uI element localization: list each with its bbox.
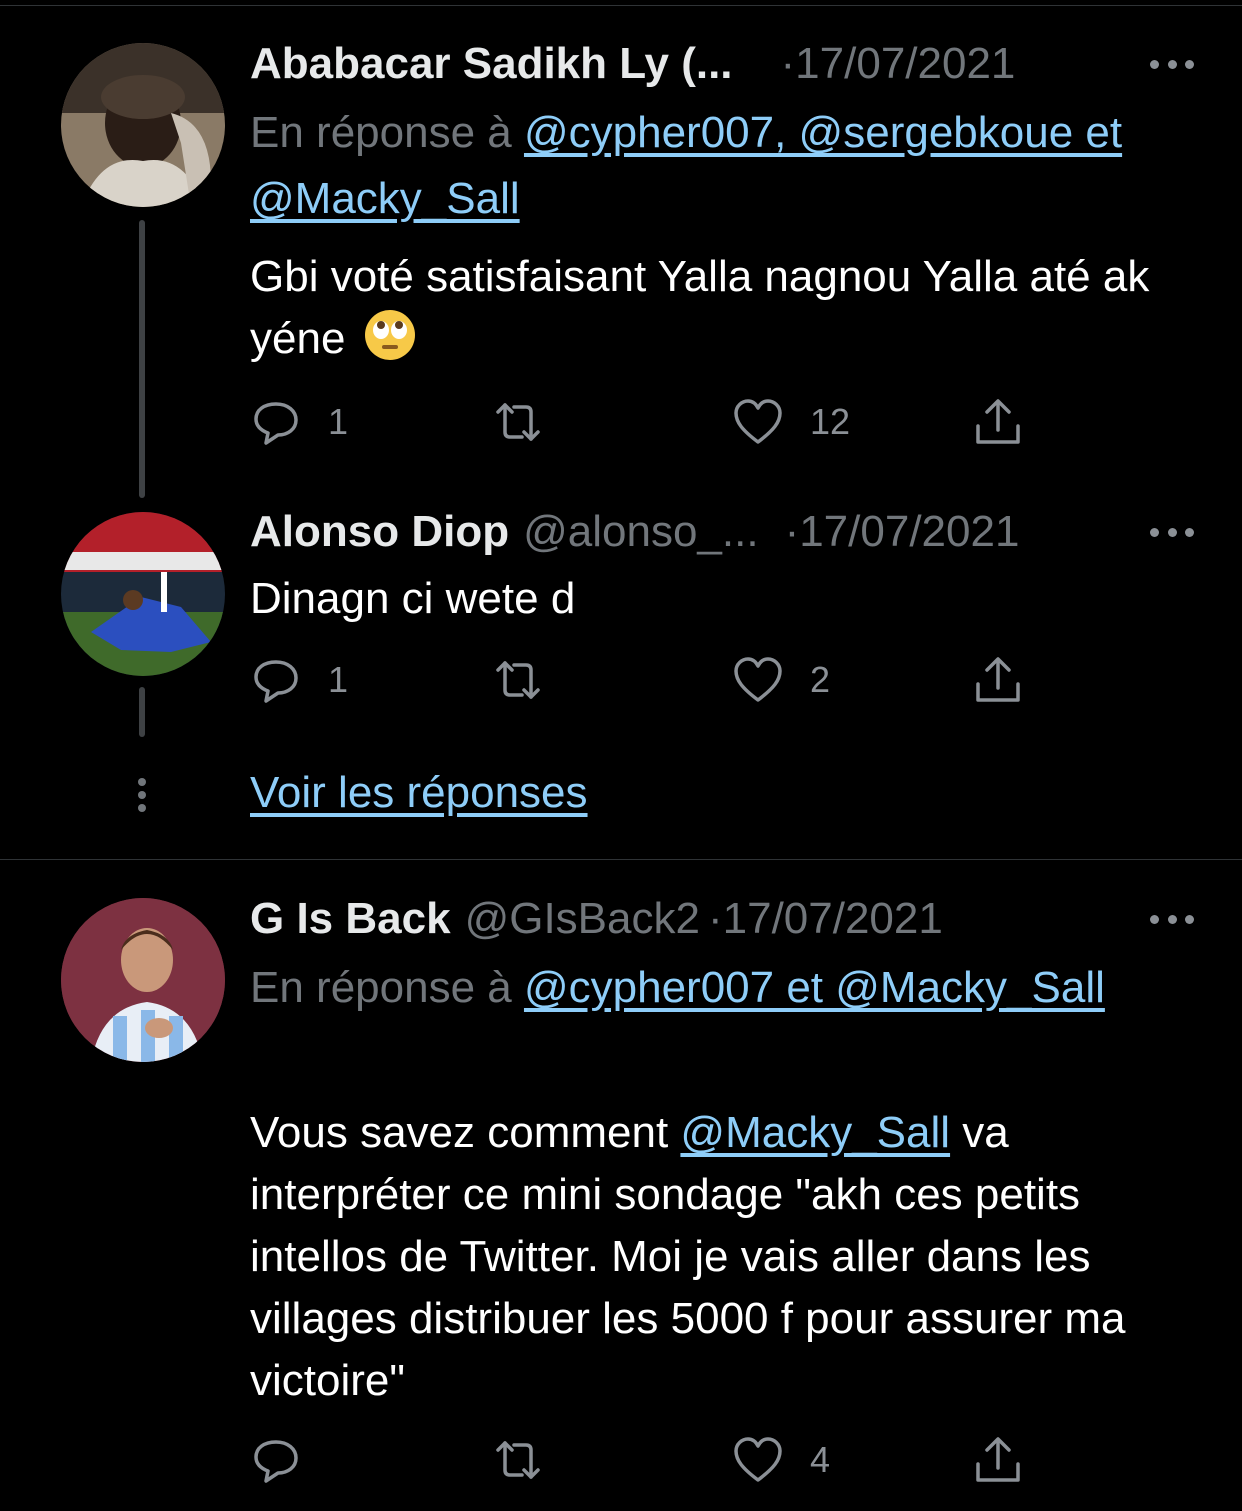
- retweet-icon: [496, 403, 540, 441]
- thread-line: [139, 220, 145, 498]
- tweet-header: Ababacar Sadikh Ly (... ·17/07/2021: [250, 32, 1122, 96]
- tweet-text: Dinagn ci wete d: [250, 574, 576, 623]
- share-button[interactable]: [972, 652, 1024, 708]
- avatar[interactable]: [61, 898, 225, 1062]
- share-icon: [976, 399, 1020, 444]
- thread-more-dots-icon: [137, 778, 147, 817]
- tweet-text: Vous savez comment @Macky_Sall va interp…: [250, 1102, 1190, 1412]
- timestamp[interactable]: ·17/07/2021: [781, 39, 1016, 89]
- retweet-button[interactable]: [492, 652, 544, 708]
- tweet-body-start: Vous savez comment: [250, 1108, 681, 1157]
- heart-icon: [734, 1437, 782, 1482]
- like-button[interactable]: 12: [732, 394, 850, 450]
- like-count: 4: [810, 1439, 831, 1480]
- share-button[interactable]: [972, 394, 1024, 450]
- retweet-icon: [496, 1441, 540, 1479]
- share-icon: [976, 1437, 1020, 1482]
- more-options-icon[interactable]: [1150, 54, 1194, 74]
- tweet-text: Gbi voté satisfaisant Yalla nagnou Yalla…: [250, 246, 1190, 370]
- reply-count: 1: [328, 659, 349, 700]
- thread-line: [139, 687, 145, 737]
- show-replies-link[interactable]: Voir les réponses: [250, 768, 588, 818]
- timestamp[interactable]: ·17/07/2021: [785, 507, 1020, 557]
- handle[interactable]: @GIsBack2: [465, 894, 700, 944]
- reply-prefix: En réponse à: [250, 108, 524, 157]
- reply-icon: [254, 660, 298, 703]
- reply-icon: [254, 1440, 298, 1483]
- more-options-icon[interactable]: [1150, 909, 1194, 929]
- avatar[interactable]: [61, 43, 225, 207]
- share-icon: [976, 657, 1020, 702]
- share-button[interactable]: [972, 1432, 1024, 1488]
- face-with-rolling-eyes-icon: [364, 310, 415, 360]
- tweet-actions: 4: [250, 1432, 1050, 1488]
- tweet-divider: [0, 859, 1242, 860]
- display-name[interactable]: G Is Back: [250, 894, 451, 944]
- like-button[interactable]: 4: [732, 1432, 830, 1488]
- retweet-button[interactable]: [492, 394, 544, 450]
- reply-context: En réponse à @cypher007, @sergebkoue et …: [250, 100, 1190, 232]
- tweet-actions: 1 12: [250, 394, 1050, 450]
- tweet-header: Alonso Diop @alonso_... ·17/07/2021: [250, 500, 1122, 564]
- reply-count: 1: [328, 401, 349, 442]
- retweet-icon: [496, 661, 540, 699]
- top-divider: [0, 5, 1242, 6]
- tweet-header: G Is Back @GIsBack2 ·17/07/2021: [250, 887, 1122, 951]
- reply-icon: [254, 402, 298, 445]
- reply-mentions-link[interactable]: @cypher007 et @Macky_Sall: [524, 963, 1105, 1012]
- more-options-icon[interactable]: [1150, 522, 1194, 542]
- retweet-button[interactable]: [492, 1432, 544, 1488]
- timestamp[interactable]: ·17/07/2021: [708, 894, 943, 944]
- avatar[interactable]: [61, 512, 225, 676]
- like-button[interactable]: 2: [732, 652, 830, 708]
- heart-icon: [734, 657, 782, 702]
- like-count: 2: [810, 659, 831, 700]
- display-name[interactable]: Alonso Diop: [250, 507, 509, 557]
- reply-button[interactable]: 1: [250, 652, 348, 708]
- display-name[interactable]: Ababacar Sadikh Ly (...: [250, 39, 733, 89]
- heart-icon: [734, 399, 782, 444]
- mention-link[interactable]: @Macky_Sall: [680, 1108, 950, 1157]
- tweet-actions: 1 2: [250, 652, 1050, 708]
- like-count: 12: [810, 401, 851, 442]
- reply-button[interactable]: 1: [250, 394, 348, 450]
- reply-context: En réponse à @cypher007 et @Macky_Sall: [250, 955, 1190, 1021]
- reply-button[interactable]: [250, 1432, 328, 1488]
- handle[interactable]: @alonso_...: [523, 507, 758, 557]
- reply-prefix: En réponse à: [250, 963, 524, 1012]
